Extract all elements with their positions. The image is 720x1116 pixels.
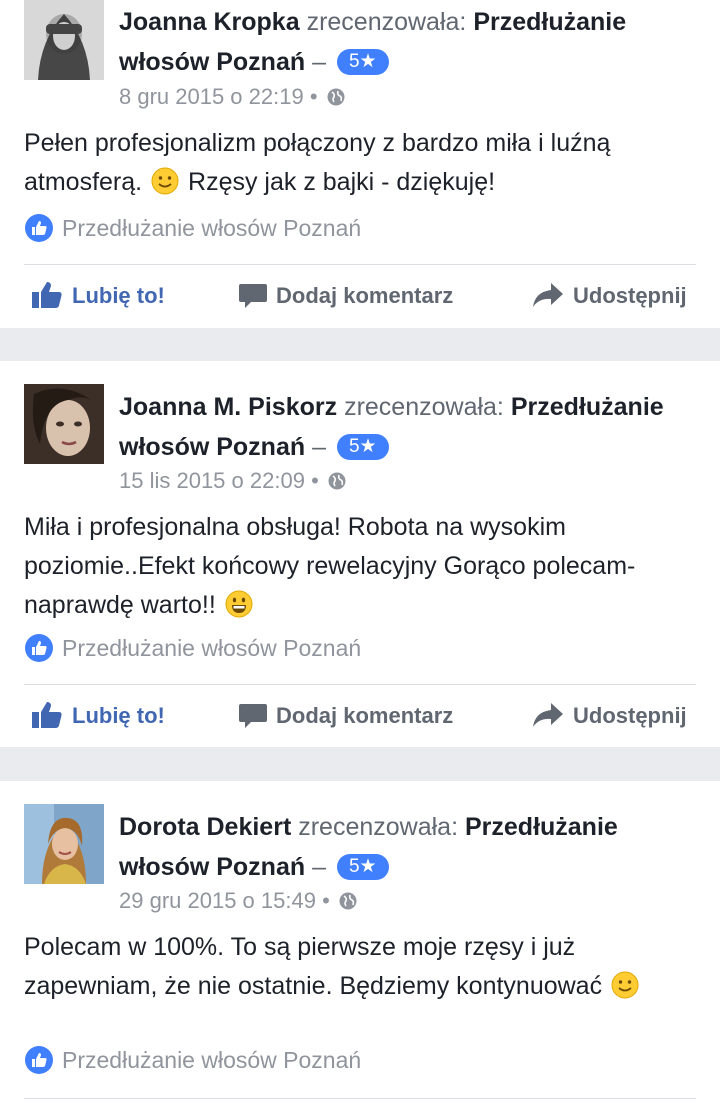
- slight-smile-emoji-icon: [611, 971, 639, 1011]
- share-arrow-icon: [533, 283, 563, 307]
- review-meta: 15 lis 2015 o 22:09 •: [119, 466, 347, 499]
- share-button-label: Udostępnij: [573, 283, 687, 308]
- review-text: Polecam w 100%. To są pierwsze moje rzęs…: [24, 928, 704, 1011]
- slight-smile-emoji-icon: [151, 167, 179, 207]
- divider: [24, 264, 696, 265]
- review-meta: 29 gru 2015 o 15:49 •: [119, 886, 358, 919]
- review-verb: zrecenzowała:: [298, 813, 459, 841]
- separator-dash: –: [312, 853, 326, 881]
- review-text-part: Polecam w 100%. To są pierwsze moje rzęs…: [24, 933, 610, 1000]
- avatar-photo: [24, 0, 104, 80]
- globe-icon: [327, 469, 347, 499]
- avatar-photo: [24, 804, 104, 884]
- reviewer-avatar[interactable]: [24, 384, 104, 464]
- share-button[interactable]: Udostępnij: [531, 696, 687, 736]
- review-header: Joanna Kropka zrecenzowała: Przedłużanie…: [119, 2, 709, 82]
- review-card: Joanna Kropka zrecenzowała: Przedłużanie…: [0, 0, 720, 328]
- share-button[interactable]: Udostępnij: [531, 276, 687, 316]
- like-circle-icon: [24, 213, 54, 251]
- review-date[interactable]: 15 lis 2015 o 22:09: [119, 468, 305, 493]
- action-bar: Lubię to! Dodaj komentarz Udostępnij: [0, 696, 720, 736]
- reviewer-avatar[interactable]: [24, 0, 104, 80]
- review-header: Dorota Dekiert zrecenzowała: Przedłużani…: [119, 807, 709, 887]
- review-text: Miła i profesjonalna obsługa! Robota na …: [24, 508, 704, 630]
- like-circle-icon: [24, 633, 54, 671]
- review-card: Dorota Dekiert zrecenzowała: Przedłużani…: [0, 781, 720, 1116]
- comment-button[interactable]: Dodaj komentarz: [238, 276, 453, 316]
- meta-separator-dot: •: [322, 888, 336, 913]
- divider: [24, 1098, 696, 1099]
- like-circle-icon: [24, 1045, 54, 1083]
- rating-badge: 5★: [336, 434, 389, 460]
- comment-icon: [239, 704, 267, 728]
- share-arrow-icon: [533, 703, 563, 727]
- review-meta: 8 gru 2015 o 22:19 •: [119, 82, 346, 115]
- comment-button-label: Dodaj komentarz: [276, 703, 454, 728]
- review-text: Pełen profesjonalizm połączony z bardzo …: [24, 124, 704, 207]
- divider: [24, 684, 696, 685]
- review-verb: zrecenzowała:: [344, 393, 504, 421]
- separator-dash: –: [312, 433, 326, 461]
- rating-badge: 5★: [336, 854, 389, 880]
- comment-icon: [239, 284, 267, 308]
- globe-icon: [338, 889, 358, 919]
- like-button-label: Lubię to!: [72, 283, 165, 308]
- comment-button-label: Dodaj komentarz: [276, 283, 454, 308]
- review-header: Joanna M. Piskorz zrecenzowała: Przedłuż…: [119, 387, 709, 467]
- review-verb: zrecenzowała:: [306, 8, 467, 36]
- grin-emoji-icon: [225, 590, 253, 630]
- reviewer-avatar[interactable]: [24, 804, 104, 884]
- meta-separator-dot: •: [309, 84, 324, 109]
- action-bar: Lubię to! Dodaj komentarz Udostępnij: [0, 276, 720, 316]
- share-button-label: Udostępnij: [573, 703, 687, 728]
- review-text-part: Rzęsy jak z bajki - dziękuję!: [181, 168, 496, 196]
- thumbs-up-icon: [32, 282, 62, 308]
- page-tag-label: Przedłużanie włosów Poznań: [62, 635, 362, 661]
- avatar-photo: [24, 384, 104, 464]
- comment-button[interactable]: Dodaj komentarz: [238, 696, 453, 736]
- review-card: Joanna M. Piskorz zrecenzowała: Przedłuż…: [0, 361, 720, 747]
- reviewer-name[interactable]: Joanna M. Piskorz: [119, 393, 337, 421]
- page-tag[interactable]: Przedłużanie włosów Poznań: [24, 1044, 361, 1076]
- like-button[interactable]: Lubię to!: [30, 276, 165, 316]
- rating-badge: 5★: [336, 49, 389, 75]
- page-tag-label: Przedłużanie włosów Poznań: [62, 1047, 362, 1073]
- thumbs-up-icon: [32, 702, 62, 728]
- page-tag[interactable]: Przedłużanie włosów Poznań: [24, 632, 361, 664]
- reviewer-name[interactable]: Dorota Dekiert: [119, 813, 291, 841]
- review-date[interactable]: 29 gru 2015 o 15:49: [119, 888, 316, 913]
- globe-icon: [326, 85, 346, 115]
- like-button-label: Lubię to!: [72, 703, 165, 728]
- like-button[interactable]: Lubię to!: [30, 696, 165, 736]
- page-tag-label: Przedłużanie włosów Poznań: [62, 215, 362, 241]
- meta-separator-dot: •: [311, 468, 325, 493]
- page-tag[interactable]: Przedłużanie włosów Poznań: [24, 212, 361, 244]
- review-text-part: Miła i profesjonalna obsługa! Robota na …: [24, 513, 636, 619]
- review-date[interactable]: 8 gru 2015 o 22:19: [119, 84, 304, 109]
- reviewer-name[interactable]: Joanna Kropka: [119, 8, 300, 36]
- separator-dash: –: [312, 48, 326, 76]
